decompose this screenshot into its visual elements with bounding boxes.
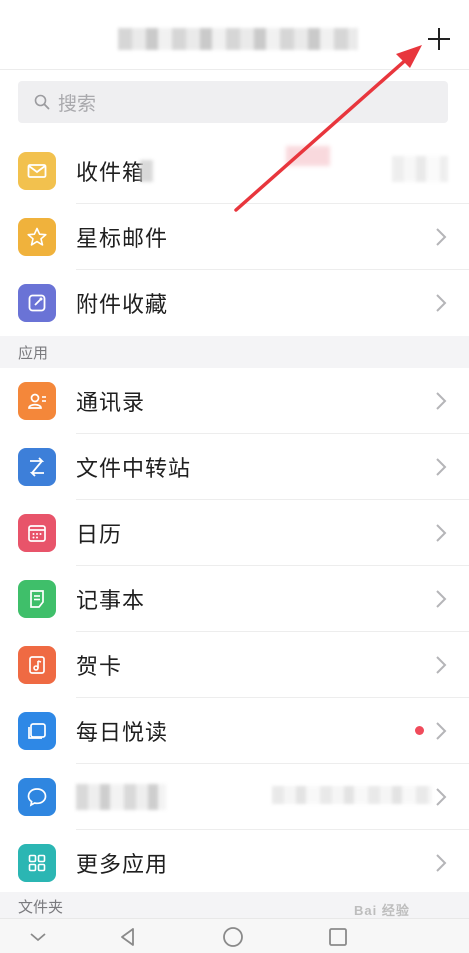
attachment-icon	[18, 284, 56, 322]
mail-icon	[18, 152, 56, 190]
system-nav-bar	[0, 918, 469, 953]
list-item-label: 收件箱	[76, 161, 146, 186]
search-placeholder: 搜索	[58, 92, 97, 115]
contacts-icon	[18, 382, 56, 420]
chevron-right-icon	[436, 722, 447, 740]
chevron-right-icon	[436, 392, 447, 410]
list-item-label: 更多应用	[76, 853, 169, 878]
transfer-icon	[18, 448, 56, 486]
list-item-redacted-app[interactable]	[0, 764, 469, 830]
redacted-info	[392, 156, 448, 182]
chat-icon	[18, 778, 56, 816]
card-icon	[18, 646, 56, 684]
redacted-app-info	[272, 786, 432, 804]
back-icon[interactable]	[116, 925, 140, 949]
grid-icon	[18, 844, 56, 882]
list-item-greeting-card[interactable]: 贺卡	[0, 632, 469, 698]
redacted-count	[140, 160, 154, 182]
list-item-label: 附件收藏	[76, 293, 169, 318]
search-area: 搜索	[0, 70, 469, 138]
search-input[interactable]: 搜索	[18, 81, 448, 123]
list-item-contacts[interactable]: 通讯录	[0, 368, 469, 434]
list-item-label: 记事本	[76, 589, 146, 614]
chevron-right-icon	[436, 590, 447, 608]
unread-badge-dot	[415, 726, 424, 735]
chevron-right-icon	[436, 656, 447, 674]
list-item-calendar[interactable]: 日历	[0, 500, 469, 566]
list-item-label: 星标邮件	[76, 227, 169, 252]
section-header-apps: 应用	[0, 336, 469, 368]
list-item-label: 文件中转站	[76, 457, 192, 482]
recents-icon[interactable]	[326, 925, 350, 949]
list-item-label: 日历	[76, 523, 123, 548]
list-item-notepad[interactable]: 记事本	[0, 566, 469, 632]
top-bar	[0, 0, 469, 70]
mail-home-screen: 搜索 收件箱 星标邮件 附件收藏 应用 通讯录 文件中转站 日历 记事本 贺卡 …	[0, 0, 469, 953]
chevron-right-icon	[436, 228, 447, 246]
star-icon	[18, 218, 56, 256]
redacted-badge	[286, 146, 330, 166]
add-button[interactable]	[424, 24, 454, 54]
redacted-app-label	[76, 784, 166, 810]
list-item-more-apps[interactable]: 更多应用	[0, 830, 469, 896]
home-icon[interactable]	[221, 925, 245, 949]
search-icon	[34, 94, 50, 110]
watermark: Bai 经验	[354, 903, 410, 918]
list-item-label: 每日悦读	[76, 721, 169, 746]
list-item-label: 贺卡	[76, 655, 123, 680]
list-item-attachments[interactable]: 附件收藏	[0, 270, 469, 336]
list-item-daily-reading[interactable]: 每日悦读	[0, 698, 469, 764]
list-item-label: 通讯录	[76, 391, 146, 416]
list-item-starred[interactable]: 星标邮件	[0, 204, 469, 270]
collapse-down-icon[interactable]	[26, 925, 50, 949]
chevron-right-icon	[436, 788, 447, 806]
notepad-icon	[18, 580, 56, 618]
list-item-file-transfer[interactable]: 文件中转站	[0, 434, 469, 500]
list-item-inbox[interactable]: 收件箱	[0, 138, 469, 204]
chevron-right-icon	[436, 294, 447, 312]
chevron-right-icon	[436, 524, 447, 542]
reading-icon	[18, 712, 56, 750]
calendar-icon	[18, 514, 56, 552]
chevron-right-icon	[436, 458, 447, 476]
redacted-account-title	[118, 28, 358, 50]
chevron-right-icon	[436, 854, 447, 872]
